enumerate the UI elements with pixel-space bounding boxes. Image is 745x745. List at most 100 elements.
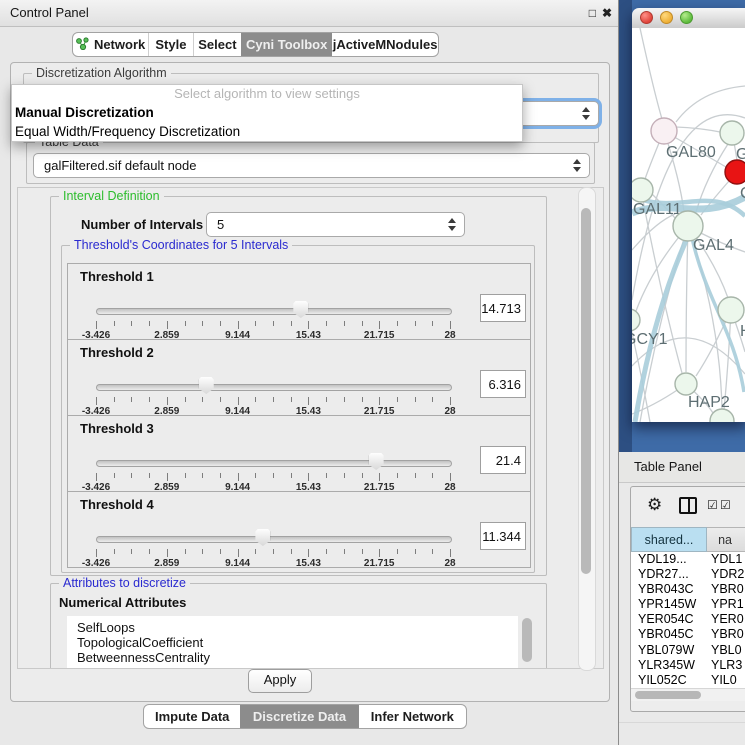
settings-scrollbar[interactable]: [578, 187, 596, 671]
table-row[interactable]: YDL19...YDL1: [631, 552, 745, 567]
table-row[interactable]: YPR145WYPR1: [631, 597, 745, 612]
attribute-list-item[interactable]: BetweennessCentrality: [67, 650, 518, 665]
slider-track[interactable]: [96, 460, 452, 467]
scrollbar-thumb[interactable]: [635, 691, 701, 699]
tick-mark: [96, 473, 97, 481]
attributes-list-scrollbar[interactable]: [520, 618, 530, 664]
threshold-slider: -3.4262.8599.14415.4321.71528: [96, 452, 450, 492]
network-edge[interactable]: [676, 86, 745, 122]
cell-name: YBR0: [707, 627, 745, 642]
slider-thumb[interactable]: [369, 453, 384, 470]
scrollbar-thumb[interactable]: [522, 618, 532, 662]
mac-zoom-button[interactable]: [680, 11, 693, 24]
thresholds-group: Threshold's Coordinates for 5 Intervals …: [61, 245, 535, 573]
tick-mark: [114, 549, 115, 554]
node-label: H: [740, 323, 745, 340]
table-data-select[interactable]: galFiltered.sif default node: [33, 153, 590, 178]
tab-jactivemnodules[interactable]: jActiveMNodules: [331, 33, 438, 56]
number-of-intervals-select[interactable]: 5: [206, 212, 465, 237]
table-row[interactable]: YDR27...YDR2: [631, 567, 745, 582]
tick-mark: [238, 549, 239, 557]
tab-impute-data[interactable]: Impute Data: [144, 705, 240, 728]
column-split-icon[interactable]: [679, 497, 697, 514]
cyni-toolbox-panel: Discretization Algorithm Select algorith…: [10, 62, 610, 702]
table-row[interactable]: YBR045CYBR0: [631, 627, 745, 642]
attribute-list-item[interactable]: SelfLoops: [67, 616, 518, 635]
tab-label: Cyni Toolbox: [246, 37, 327, 52]
network-node-g[interactable]: [720, 121, 744, 145]
gear-icon[interactable]: ⚙: [647, 495, 662, 515]
attribute-list-item[interactable]: TopologicalCoefficient: [67, 635, 518, 650]
attributes-group-label: Attributes to discretize: [59, 576, 190, 590]
threshold-value-field[interactable]: 21.4: [480, 446, 526, 474]
network-node-gcy1[interactable]: [632, 309, 640, 331]
cell-name: YPR1: [707, 597, 745, 612]
tab-select[interactable]: Select: [193, 33, 241, 56]
threshold-value-field[interactable]: 6.316: [480, 370, 526, 398]
control-panel-titlebar: Control Panel □ ✖: [0, 0, 618, 27]
apply-button[interactable]: Apply: [248, 669, 312, 693]
algorithm-group-label: Discretization Algorithm: [32, 66, 171, 80]
slider-thumb[interactable]: [255, 529, 270, 546]
close-panel-icon[interactable]: ✖: [602, 0, 612, 26]
tick-mark: [96, 321, 97, 329]
threshold-value-field[interactable]: 11.344: [480, 522, 526, 550]
network-edge[interactable]: [640, 28, 662, 119]
network-edge[interactable]: [676, 127, 720, 132]
tick-mark: [450, 473, 451, 481]
slider-track[interactable]: [96, 536, 452, 543]
tick-mark: [450, 549, 451, 557]
network-node-gal11[interactable]: [632, 178, 653, 202]
float-window-icon[interactable]: □: [589, 0, 596, 26]
tab-cyni-toolbox[interactable]: Cyni Toolbox: [241, 33, 331, 56]
dropdown-option[interactable]: Manual Discretization: [12, 103, 522, 122]
slider-ticks: [96, 548, 450, 557]
network-node-gal80[interactable]: [651, 118, 677, 144]
table-row[interactable]: YBL079WYBL0: [631, 643, 745, 658]
threshold-slider: -3.4262.8599.14415.4321.71528: [96, 300, 450, 340]
checked-box-icon[interactable]: ☑: [707, 498, 718, 512]
tick-mark: [415, 321, 416, 326]
tab-network[interactable]: Network: [73, 33, 148, 56]
tick-mark: [238, 397, 239, 405]
slider-thumb[interactable]: [199, 377, 214, 394]
column-header-name[interactable]: na: [707, 527, 745, 552]
network-edge[interactable]: [686, 226, 688, 372]
network-node-hap2[interactable]: [675, 373, 697, 395]
network-edge[interactable]: [632, 214, 675, 250]
table-horizontal-scrollbar[interactable]: [631, 688, 745, 701]
scrollbar-thumb[interactable]: [581, 208, 591, 574]
application-window: Control Panel □ ✖ NetworkStyleSelect Cyni…: [0, 0, 745, 745]
numerical-attributes-list[interactable]: SelfLoopsTopologicalCoefficientBetweenne…: [67, 616, 518, 669]
mac-minimize-button[interactable]: [660, 11, 673, 24]
network-canvas[interactable]: GAL80G.CGAL11GAL4GCY1HHAP2: [632, 28, 745, 422]
threshold-label: Threshold 2: [80, 345, 154, 360]
network-node-c[interactable]: [725, 160, 745, 184]
network-node-h[interactable]: [718, 297, 744, 323]
tab-label: Discretize Data: [253, 709, 346, 724]
cell-name: YDR2: [707, 567, 745, 582]
tick-mark: [202, 321, 203, 326]
tick-mark: [238, 473, 239, 481]
checked-box-icon[interactable]: ☑: [720, 498, 731, 512]
dropdown-option[interactable]: Equal Width/Frequency Discretization: [12, 122, 522, 141]
threshold-panel: Threshold 3-3.4262.8599.14415.4321.71528…: [67, 415, 531, 492]
table-row[interactable]: YBR043CYBR0: [631, 582, 745, 597]
mac-close-button[interactable]: [640, 11, 653, 24]
network-window-titlebar[interactable]: [632, 8, 745, 29]
table-row[interactable]: YER054CYER0: [631, 612, 745, 627]
tick-mark: [326, 397, 327, 402]
slider-thumb[interactable]: [293, 301, 308, 318]
tab-style[interactable]: Style: [148, 33, 193, 56]
column-header-shared-name[interactable]: shared...: [631, 527, 707, 552]
tab-infer-network[interactable]: Infer Network: [358, 705, 466, 728]
tick-mark: [131, 549, 132, 554]
threshold-value-field[interactable]: 14.713: [480, 294, 526, 322]
tab-discretize-data[interactable]: Discretize Data: [240, 705, 357, 728]
slider-track[interactable]: [96, 308, 452, 315]
tick-mark: [308, 473, 309, 481]
table-row[interactable]: YIL052CYIL0: [631, 673, 745, 688]
tick-mark: [379, 549, 380, 557]
table-row[interactable]: YLR345WYLR3: [631, 658, 745, 673]
slider-track[interactable]: [96, 384, 452, 391]
